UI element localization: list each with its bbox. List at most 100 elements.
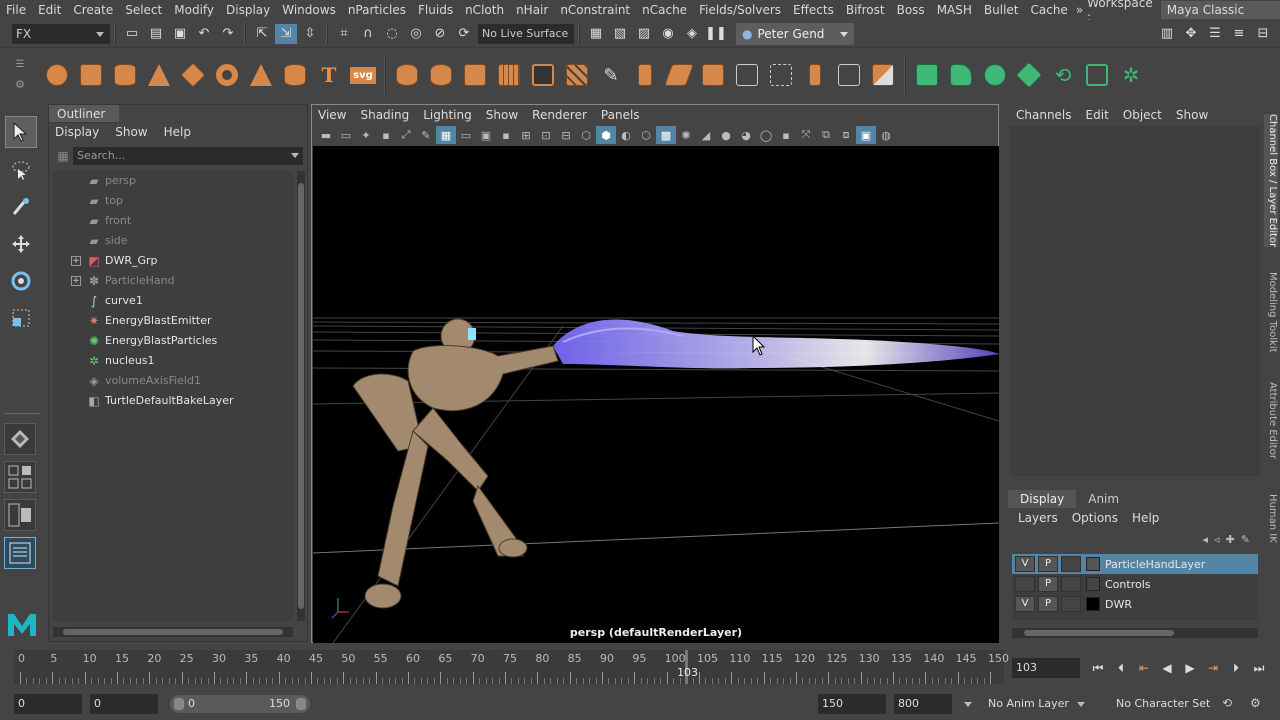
shelf-menu-icon[interactable]: ☰ — [16, 59, 25, 70]
playback-toggle[interactable]: P — [1038, 596, 1058, 612]
nucleus-icon[interactable]: ✲ — [1114, 58, 1148, 92]
snap-grid-icon[interactable]: ⌗ — [333, 24, 355, 44]
fill-object-icon[interactable] — [978, 58, 1012, 92]
anim-layer-selector[interactable]: No Anim Layer — [982, 694, 1106, 714]
channel-menu-channels[interactable]: Channels — [1016, 108, 1072, 122]
outliner-node[interactable]: ∫ curve1 — [53, 291, 293, 311]
select-component-icon[interactable]: ⇳ — [299, 24, 321, 44]
step-forward-frame-icon[interactable]: ⏵ — [1226, 659, 1246, 677]
gate-mask-icon[interactable]: ▪ — [496, 126, 516, 144]
select-hierarchy-icon[interactable]: ⇱ — [251, 24, 273, 44]
make-live-icon[interactable]: ⟳ — [453, 24, 475, 44]
menu-nhair[interactable]: nHair — [510, 3, 554, 17]
outliner-menu-show[interactable]: Show — [115, 125, 155, 139]
outliner-layout-icon[interactable] — [4, 537, 36, 569]
viewport-menu-shading[interactable]: Shading — [360, 108, 409, 122]
filter-icon[interactable]: ▦ — [53, 147, 73, 165]
select-tool-icon[interactable] — [5, 116, 37, 148]
channel-menu-object[interactable]: Object — [1123, 108, 1162, 122]
exposure-icon[interactable]: ◍ — [876, 126, 896, 144]
expand-icon[interactable]: + — [71, 276, 81, 286]
menu-display[interactable]: Display — [220, 3, 276, 17]
step-back-frame-icon[interactable]: ⏴ — [1111, 659, 1131, 677]
menu-select[interactable]: Select — [119, 3, 168, 17]
animation-start-field[interactable]: 0 — [90, 694, 158, 714]
poly-svg-icon[interactable]: svg — [346, 58, 380, 92]
use-all-lights-icon[interactable]: ✺ — [676, 126, 696, 144]
multisample-aa-icon[interactable]: ◯ — [756, 126, 776, 144]
poly-pyramid-icon[interactable] — [244, 58, 278, 92]
poly-cube-icon[interactable] — [74, 58, 108, 92]
move-tool-icon[interactable] — [5, 228, 37, 260]
rotate-tool-icon[interactable] — [5, 265, 37, 297]
redo-icon[interactable]: ↷ — [217, 24, 239, 44]
outliner-horizontal-scrollbar[interactable] — [53, 627, 293, 637]
snap-curve-icon[interactable]: ∩ — [357, 24, 379, 44]
render-view-icon[interactable]: ◉ — [657, 24, 679, 44]
ipr-render-icon[interactable]: ▨ — [633, 24, 655, 44]
append-icon[interactable] — [662, 58, 696, 92]
scrollbar-thumb[interactable] — [1024, 630, 1174, 636]
time-slider-track[interactable]: 0 5 10 15 20 25 30 35 40 45 50 55 60 65 70 75 80 85 90 95 10… — [14, 650, 1009, 684]
poly-reduce-icon[interactable] — [866, 58, 900, 92]
lasso-tool-icon[interactable] — [5, 154, 37, 186]
select-object-icon[interactable]: ⇲ — [275, 23, 297, 44]
textured-icon[interactable]: ▩ — [656, 126, 676, 144]
double-chevron-icon[interactable]: » — [1074, 3, 1085, 17]
image-plane-icon[interactable]: ▪ — [376, 126, 396, 144]
menu-fields-solvers[interactable]: Fields/Solvers — [693, 3, 787, 17]
layer-row[interactable]: V P ParticleHandLayer — [1012, 554, 1258, 574]
play-forwards-icon[interactable]: ▶ — [1180, 659, 1200, 677]
undo-icon[interactable]: ↶ — [193, 24, 215, 44]
viewport-menu-renderer[interactable]: Renderer — [532, 108, 587, 122]
side-tab-modeling-toolkit[interactable]: Modeling Toolkit — [1264, 272, 1278, 353]
menu-create[interactable]: Create — [67, 3, 119, 17]
visibility-toggle[interactable]: V — [1015, 596, 1035, 612]
outliner-toggle-icon[interactable]: ⊟ — [1252, 24, 1274, 44]
grid-icon[interactable]: ▦ — [436, 126, 456, 144]
menu-bifrost[interactable]: Bifrost — [840, 3, 891, 17]
resolution-gate-icon[interactable]: ▣ — [476, 126, 496, 144]
sidebar-toggle-icon[interactable]: ▥ — [1156, 24, 1178, 44]
instancer-icon[interactable] — [1080, 58, 1114, 92]
end-time-field[interactable]: 150 — [818, 694, 886, 714]
scrollbar-thumb[interactable] — [63, 629, 283, 635]
display-type-toggle[interactable] — [1061, 596, 1081, 612]
scrollbar-thumb[interactable] — [298, 183, 304, 609]
layer-tab-anim[interactable]: Anim — [1076, 490, 1131, 508]
menu-ncloth[interactable]: nCloth — [459, 3, 510, 17]
auto-key-icon[interactable]: ⟲ — [1222, 696, 1238, 712]
layer-row[interactable]: P Controls — [1012, 574, 1258, 594]
range-options-icon[interactable] — [964, 702, 972, 707]
create-layer-from-selection-icon[interactable]: ✎ — [1241, 533, 1250, 546]
insert-edge-loop-icon[interactable] — [730, 58, 764, 92]
outliner-node[interactable]: ✷ EnergyBlastEmitter — [53, 311, 293, 331]
menu-effects[interactable]: Effects — [787, 3, 840, 17]
bookmarks-icon[interactable]: ✦ — [356, 126, 376, 144]
new-scene-icon[interactable]: ▭ — [121, 24, 143, 44]
layer-menu-layers[interactable]: Layers — [1018, 511, 1058, 525]
menu-set-selector[interactable]: FX — [12, 23, 110, 44]
poly-cone-icon[interactable] — [142, 58, 176, 92]
menu-nparticles[interactable]: nParticles — [342, 3, 412, 17]
wireframe-on-shaded-icon[interactable]: ⬡ — [636, 126, 656, 144]
live-surface-field[interactable]: No Live Surface — [478, 23, 574, 44]
render-frame-icon[interactable]: ▧ — [609, 24, 631, 44]
step-back-key-icon[interactable]: ⇤ — [1134, 659, 1154, 677]
layer-menu-help[interactable]: Help — [1132, 511, 1159, 525]
wireframe-icon[interactable]: ⬡ — [576, 126, 596, 144]
four-view-layout-icon[interactable] — [4, 461, 36, 493]
side-tab-channel-box-layer-editor[interactable]: Channel Box / Layer Editor — [1264, 114, 1278, 248]
menu-file[interactable]: File — [0, 3, 32, 17]
pause-icon[interactable]: ❚❚ — [705, 24, 727, 44]
layer-row[interactable]: V P DWR — [1012, 594, 1258, 614]
layer-color-swatch[interactable] — [1086, 577, 1100, 591]
animation-end-field[interactable]: 800 — [894, 694, 952, 714]
snap-point-icon[interactable]: ◌ — [381, 24, 403, 44]
play-backwards-icon[interactable]: ◀ — [1157, 659, 1177, 677]
range-slider[interactable]: 0 150 — [170, 695, 310, 713]
playback-toggle[interactable]: P — [1038, 576, 1058, 592]
xray-active-icon[interactable]: ⧈ — [836, 126, 856, 144]
range-slider-right-handle[interactable] — [296, 698, 306, 710]
screen-space-ao-icon[interactable]: ● — [716, 126, 736, 144]
